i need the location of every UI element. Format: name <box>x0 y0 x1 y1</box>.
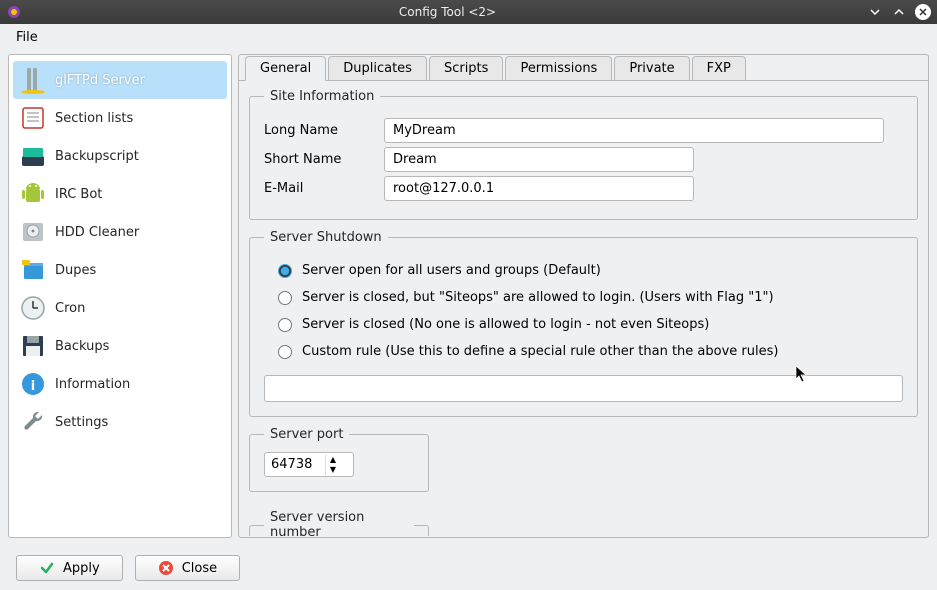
sidebar-item-cron[interactable]: Cron <box>13 289 227 327</box>
radio-label-closed: Server is closed (No one is allowed to l… <box>302 317 709 332</box>
tab-pane-general: Site Information Long Name Short Name E-… <box>239 80 928 536</box>
label-long-name: Long Name <box>264 123 384 138</box>
input-long-name[interactable] <box>384 118 884 143</box>
sidebar-item-label: Section lists <box>55 111 133 126</box>
spinner-server-port[interactable]: ▲ ▼ <box>264 452 354 477</box>
sidebar-item-glftpd-server[interactable]: glFTPd Server <box>13 61 227 99</box>
legend-server-shutdown: Server Shutdown <box>264 230 388 245</box>
titlebar: Config Tool <2> <box>0 0 937 24</box>
maximize-button[interactable] <box>891 4 907 20</box>
info-icon: i <box>19 370 47 398</box>
sidebar-item-label: glFTPd Server <box>55 73 145 88</box>
input-custom-rule[interactable] <box>264 375 903 402</box>
sidebar-item-label: Backups <box>55 339 109 354</box>
group-server-port: Server port ▲ ▼ <box>249 427 429 492</box>
tab-private[interactable]: Private <box>614 56 689 81</box>
apply-label: Apply <box>63 561 100 576</box>
label-email: E-Mail <box>264 181 384 196</box>
window-title: Config Tool <2> <box>28 5 867 19</box>
svg-text:i: i <box>31 379 35 394</box>
bottom-bar: Apply Close <box>0 546 937 590</box>
folder-stack-icon <box>19 256 47 284</box>
tab-permissions[interactable]: Permissions <box>505 56 612 81</box>
input-email[interactable] <box>384 176 694 201</box>
clock-icon <box>19 294 47 322</box>
floppy-icon <box>19 332 47 360</box>
close-icon <box>158 560 174 576</box>
sidebar-item-label: Backupscript <box>55 149 139 164</box>
sidebar-item-label: Dupes <box>55 263 96 278</box>
legend-server-version: Server version number <box>264 510 414 536</box>
sidebar-item-irc-bot[interactable]: IRC Bot <box>13 175 227 213</box>
close-label: Close <box>182 561 217 576</box>
sidebar-item-hdd-cleaner[interactable]: HDD Cleaner <box>13 213 227 251</box>
tab-general[interactable]: General <box>245 56 326 81</box>
sidebar-item-dupes[interactable]: Dupes <box>13 251 227 289</box>
sidebar-item-label: Settings <box>55 415 108 430</box>
radio-label-siteops: Server is closed, but "Siteops" are allo… <box>302 290 774 305</box>
content-pane: General Duplicates Scripts Permissions P… <box>238 54 929 538</box>
sidebar-item-backups[interactable]: Backups <box>13 327 227 365</box>
sidebar-item-settings[interactable]: Settings <box>13 403 227 441</box>
sidebar-item-label: Information <box>55 377 130 392</box>
tab-scripts[interactable]: Scripts <box>429 56 503 81</box>
sidebar-item-information[interactable]: i Information <box>13 365 227 403</box>
group-server-shutdown: Server Shutdown Server open for all user… <box>249 230 918 417</box>
radio-shutdown-custom[interactable] <box>278 345 292 359</box>
check-icon <box>39 560 55 576</box>
sidebar-item-label: HDD Cleaner <box>55 225 139 240</box>
radio-label-open: Server open for all users and groups (De… <box>302 263 601 278</box>
port-step-down[interactable]: ▼ <box>326 465 340 475</box>
main-area: glFTPd Server Section lists Backupscript… <box>0 50 937 546</box>
radio-label-custom: Custom rule (Use this to define a specia… <box>302 344 778 359</box>
wrench-icon <box>19 408 47 436</box>
input-short-name[interactable] <box>384 147 694 172</box>
tab-bar: General Duplicates Scripts Permissions P… <box>245 55 928 80</box>
port-step-up[interactable]: ▲ <box>326 455 340 465</box>
tab-fxp[interactable]: FXP <box>692 56 746 81</box>
label-short-name: Short Name <box>264 152 384 167</box>
sidebar-item-label: Cron <box>55 301 85 316</box>
menu-file[interactable]: File <box>8 28 46 47</box>
sidebar-item-section-lists[interactable]: Section lists <box>13 99 227 137</box>
server-icon <box>19 66 47 94</box>
radio-shutdown-siteops[interactable] <box>278 291 292 305</box>
group-site-information: Site Information Long Name Short Name E-… <box>249 89 918 220</box>
sidebar: glFTPd Server Section lists Backupscript… <box>8 54 232 538</box>
radio-shutdown-closed[interactable] <box>278 318 292 332</box>
menubar: File <box>0 24 937 50</box>
close-window-button[interactable] <box>915 4 931 20</box>
legend-server-port: Server port <box>264 427 349 442</box>
android-icon <box>19 180 47 208</box>
close-button[interactable]: Close <box>135 555 240 581</box>
list-icon <box>19 104 47 132</box>
minimize-button[interactable] <box>867 4 883 20</box>
scanner-icon <box>19 142 47 170</box>
sidebar-item-label: IRC Bot <box>55 187 102 202</box>
tab-duplicates[interactable]: Duplicates <box>328 56 427 81</box>
sidebar-item-backupscript[interactable]: Backupscript <box>13 137 227 175</box>
legend-site-information: Site Information <box>264 89 380 104</box>
app-icon <box>6 4 22 20</box>
input-server-port[interactable] <box>265 453 325 476</box>
apply-button[interactable]: Apply <box>16 555 123 581</box>
hdd-icon <box>19 218 47 246</box>
group-server-version: Server version number 2.10a <box>249 510 429 536</box>
radio-shutdown-open[interactable] <box>278 264 292 278</box>
